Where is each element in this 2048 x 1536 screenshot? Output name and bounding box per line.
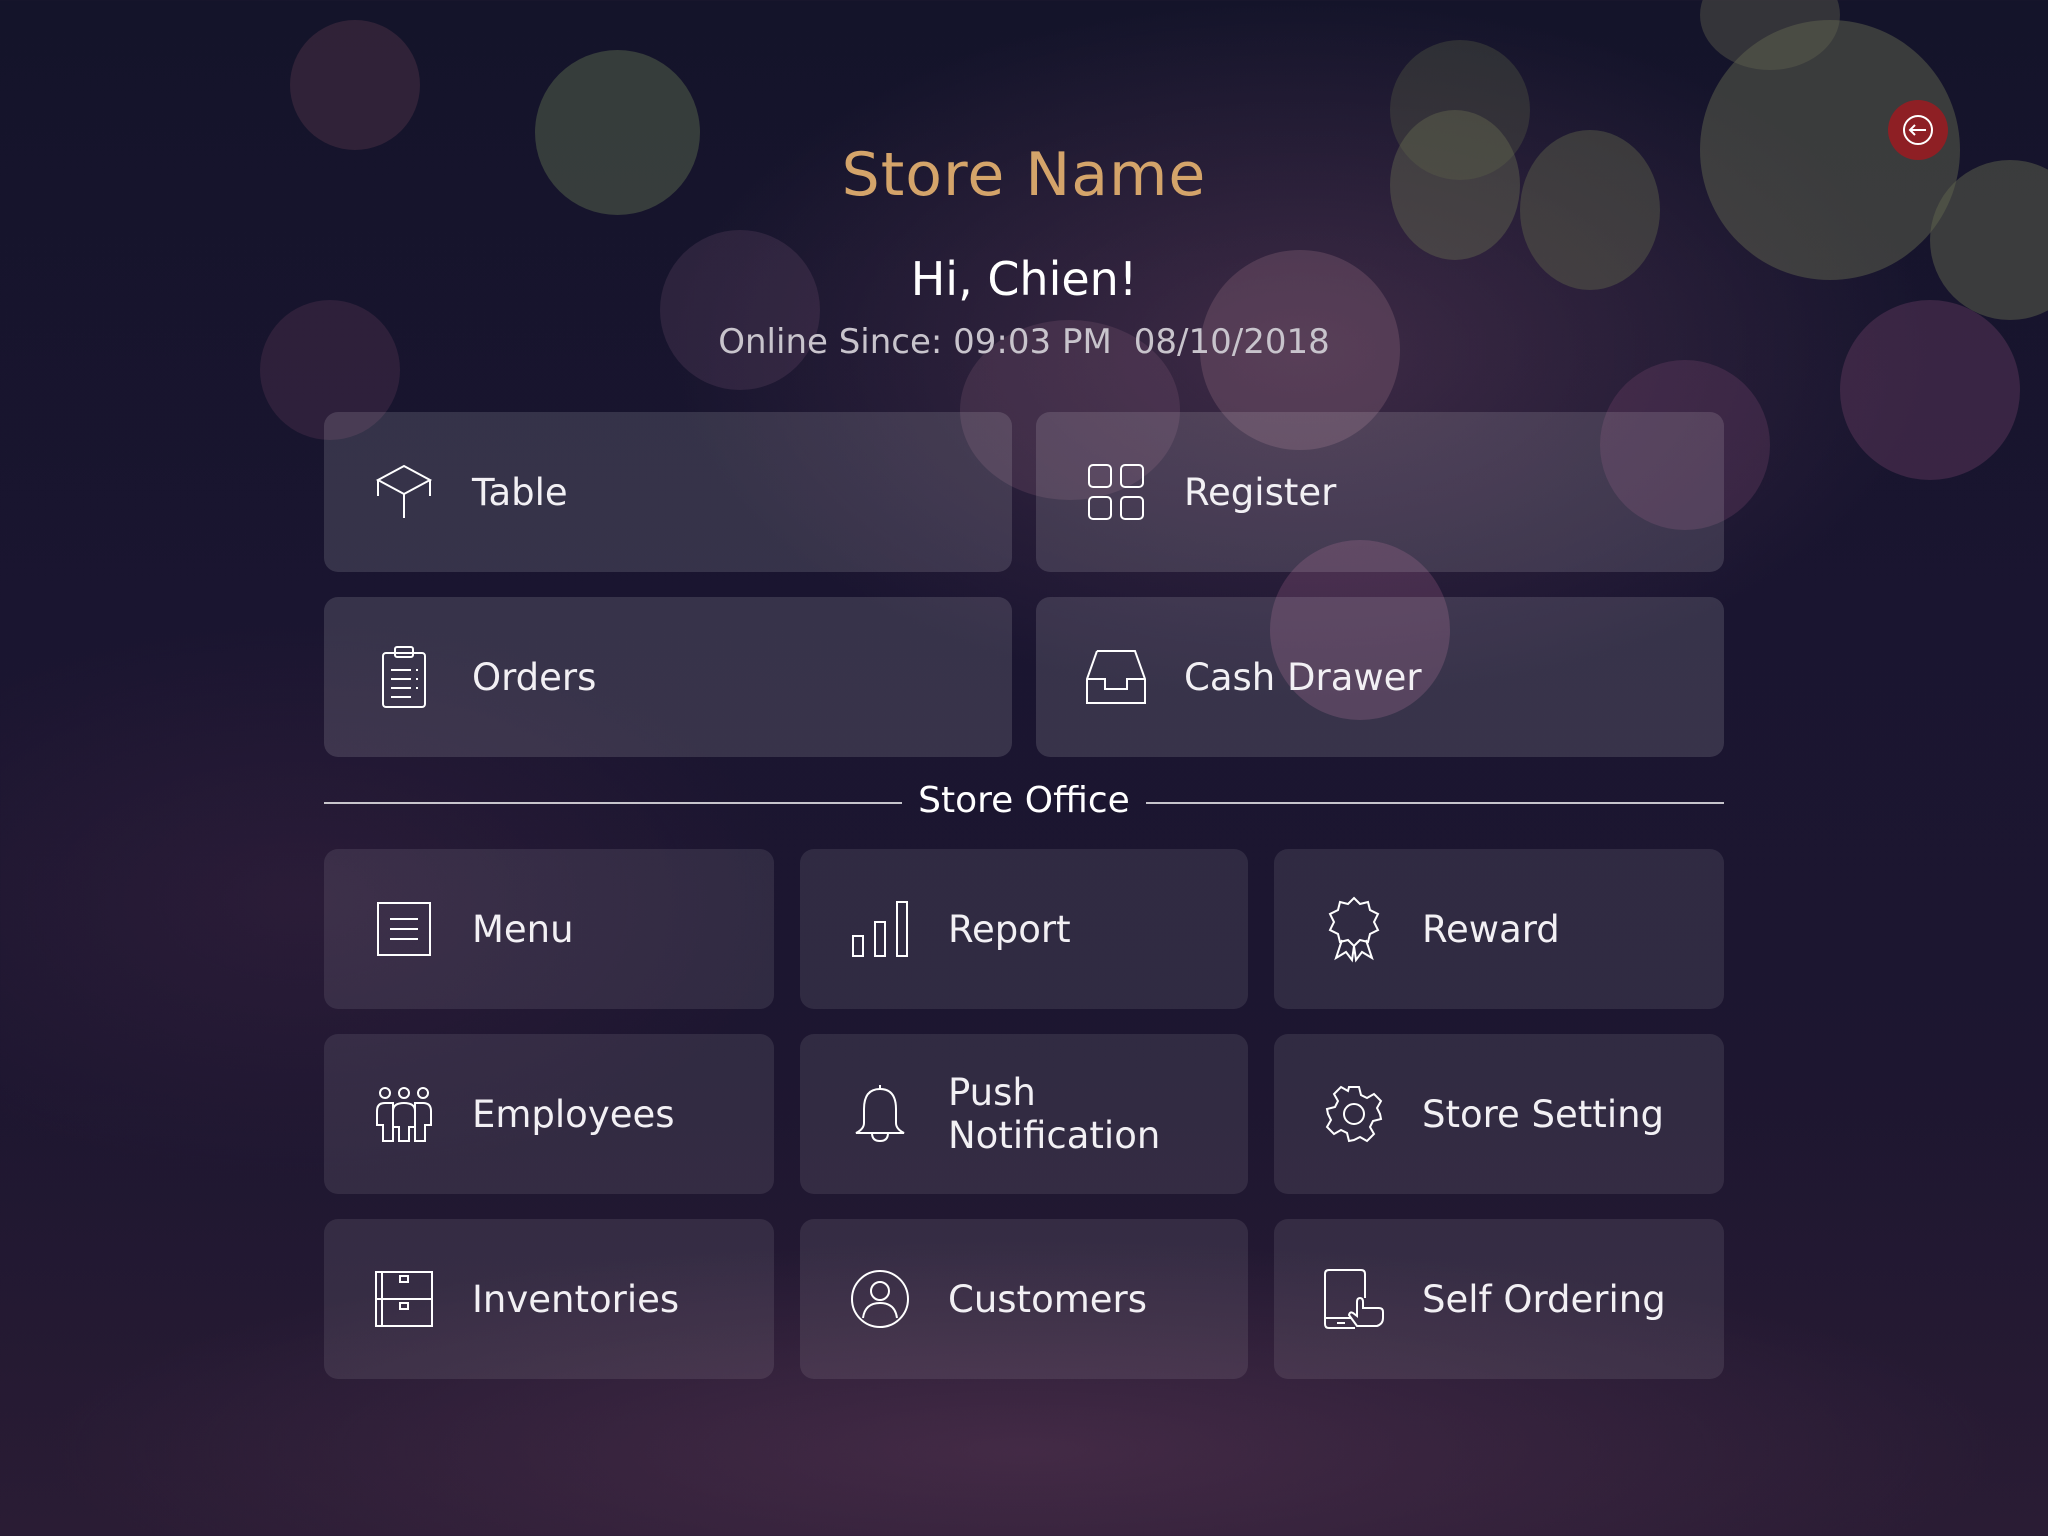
tile-self-ordering[interactable]: Self Ordering	[1274, 1219, 1724, 1379]
group-icon	[372, 1082, 436, 1146]
user-circle-icon	[848, 1267, 912, 1331]
section-title: Store Office	[918, 780, 1130, 821]
cabinet-icon	[372, 1267, 436, 1331]
tile-store-setting[interactable]: Store Setting	[1274, 1034, 1724, 1194]
bar-chart-icon	[848, 897, 912, 961]
tile-register[interactable]: Register	[1036, 412, 1724, 572]
tile-label: Reward	[1422, 907, 1560, 951]
tile-inventories[interactable]: Inventories	[324, 1219, 774, 1379]
tile-reward[interactable]: Reward	[1274, 849, 1724, 1009]
menu-list-icon	[372, 897, 436, 961]
bell-icon	[848, 1082, 912, 1146]
tile-label: Table	[472, 470, 568, 514]
tile-table[interactable]: Table	[324, 412, 1012, 572]
tile-label: Customers	[948, 1277, 1148, 1321]
tile-report[interactable]: Report	[800, 849, 1248, 1009]
online-since: Online Since: 09:03 PM 08/10/2018	[0, 322, 2048, 362]
divider-right	[1146, 802, 1724, 804]
tile-label: Inventories	[472, 1277, 680, 1321]
tile-label: Register	[1184, 470, 1337, 514]
register-grid-icon	[1084, 460, 1148, 524]
table-icon	[372, 460, 436, 524]
tile-label: Store Setting	[1422, 1092, 1665, 1136]
online-since-time: Online Since: 09:03 PM	[718, 322, 1112, 362]
tile-orders[interactable]: Orders	[324, 597, 1012, 757]
tablet-touch-icon	[1322, 1267, 1386, 1331]
award-ribbon-icon	[1322, 896, 1386, 963]
gear-icon	[1322, 1082, 1386, 1146]
tile-label: Orders	[472, 655, 597, 699]
tile-label: Report	[948, 907, 1071, 951]
tile-label: Cash Drawer	[1184, 655, 1422, 699]
tile-cash-drawer[interactable]: Cash Drawer	[1036, 597, 1724, 757]
tile-employees[interactable]: Employees	[324, 1034, 774, 1194]
greeting: Hi, Chien!	[910, 252, 1138, 306]
tile-push-notification[interactable]: Push Notification	[800, 1034, 1248, 1194]
clipboard-icon	[372, 645, 436, 709]
drawer-icon	[1084, 645, 1148, 709]
tile-label: Self Ordering	[1422, 1277, 1666, 1321]
online-since-date: 08/10/2018	[1133, 322, 1330, 362]
tile-customers[interactable]: Customers	[800, 1219, 1248, 1379]
store-name: Store Name	[841, 140, 1207, 210]
tile-menu[interactable]: Menu	[324, 849, 774, 1009]
tile-label: Menu	[472, 907, 574, 951]
tile-label: Push Notification	[948, 1071, 1161, 1157]
tile-label: Employees	[472, 1092, 675, 1136]
